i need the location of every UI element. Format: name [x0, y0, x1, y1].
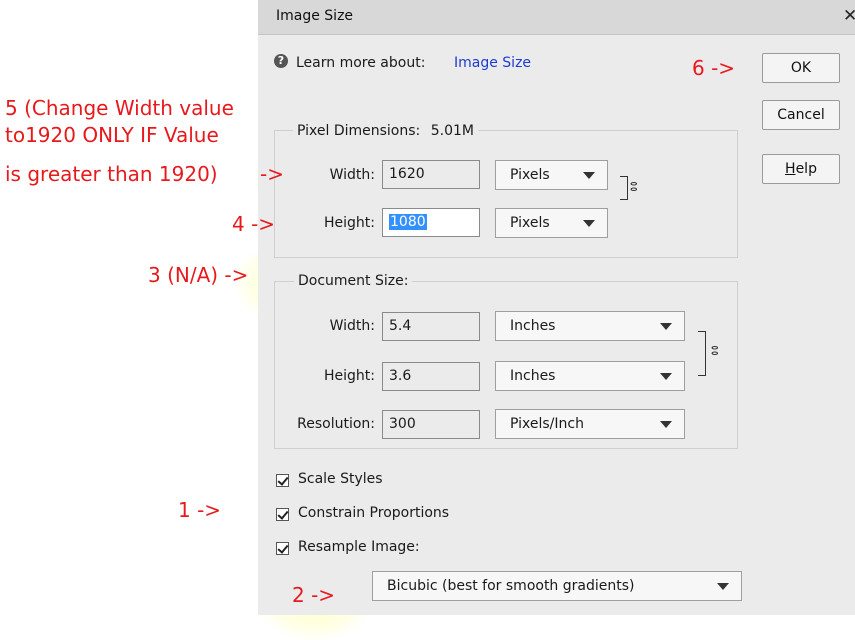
pixel-width-unit-value: Pixels	[510, 167, 550, 183]
chevron-down-icon	[717, 583, 729, 590]
scale-styles-label: Scale Styles	[298, 471, 383, 487]
pixel-height-input[interactable]: 1080	[382, 208, 480, 237]
pixel-height-unit-select[interactable]: Pixels	[495, 208, 608, 238]
chevron-down-icon	[660, 421, 672, 428]
doc-width-input[interactable]: 5.4	[382, 312, 480, 341]
pixel-dimensions-size: 5.01M	[430, 123, 474, 139]
resolution-input[interactable]: 300	[382, 410, 480, 439]
learn-more-link[interactable]: Image Size	[454, 55, 531, 71]
chevron-down-icon	[660, 373, 672, 380]
pixel-width-label: Width:	[329, 167, 375, 183]
cancel-button[interactable]: Cancel	[762, 100, 840, 130]
annotation-5-arrow: ->	[260, 162, 284, 186]
chain-link-icon: ⵓ	[711, 344, 719, 358]
pixel-width-unit-select[interactable]: Pixels	[495, 160, 608, 190]
resample-method-value: Bicubic (best for smooth gradients)	[387, 578, 635, 594]
pixel-height-value: 1080	[389, 214, 427, 230]
pixel-dimensions-legend: Pixel Dimensions: 5.01M	[293, 123, 478, 139]
annotation-5-line1: 5 (Change Width value	[5, 96, 234, 120]
learn-more-label: Learn more about:	[296, 55, 426, 71]
constrain-proportions-label: Constrain Proportions	[298, 505, 450, 521]
ok-button[interactable]: OK	[762, 53, 840, 83]
doc-height-unit-select[interactable]: Inches	[495, 361, 685, 391]
annotation-1: 1 ->	[178, 498, 222, 522]
doc-width-unit-select[interactable]: Inches	[495, 311, 685, 341]
document-size-legend: Document Size:	[294, 273, 413, 289]
dialog-title: Image Size	[276, 8, 354, 24]
pixel-height-unit-value: Pixels	[510, 215, 550, 231]
chevron-down-icon	[583, 220, 595, 227]
chain-link-icon: ⵓ	[630, 180, 638, 194]
annotation-4: 4 ->	[232, 212, 276, 236]
pixel-dimensions-group	[274, 130, 738, 258]
resample-image-checkbox[interactable]	[276, 542, 289, 555]
constrain-proportions-checkbox[interactable]	[276, 508, 289, 521]
doc-width-unit-value: Inches	[510, 318, 556, 334]
help-button-label-first: H	[785, 161, 796, 177]
annotation-2: 2 ->	[292, 583, 336, 607]
doc-constrain-bracket	[698, 331, 706, 376]
resolution-label: Resolution:	[297, 416, 375, 432]
resolution-unit-value: Pixels/Inch	[510, 416, 584, 432]
pixel-dimensions-label: Pixel Dimensions:	[297, 123, 421, 139]
scale-styles-checkbox[interactable]	[276, 474, 289, 487]
help-button-label-rest: elp	[795, 161, 817, 177]
pixel-height-label: Height:	[324, 215, 375, 231]
resample-method-select[interactable]: Bicubic (best for smooth gradients)	[372, 571, 742, 601]
image-size-dialog: Image Size ✕ ? Learn more about: Image S…	[258, 0, 855, 615]
annotation-5-line2: to1920 ONLY IF Value	[5, 123, 219, 147]
annotation-5-line3: is greater than 1920)	[5, 162, 218, 186]
doc-height-input[interactable]: 3.6	[382, 362, 480, 391]
title-bar[interactable]: Image Size ✕	[258, 0, 855, 35]
question-icon: ?	[274, 54, 288, 68]
pixel-constrain-bracket	[620, 176, 628, 200]
resample-image-label: Resample Image:	[298, 539, 420, 555]
chevron-down-icon	[583, 172, 595, 179]
doc-width-label: Width:	[329, 318, 375, 334]
doc-height-unit-value: Inches	[510, 368, 556, 384]
close-icon[interactable]: ✕	[843, 6, 855, 26]
resolution-unit-select[interactable]: Pixels/Inch	[495, 409, 685, 439]
doc-height-label: Height:	[324, 368, 375, 384]
pixel-width-input[interactable]: 1620	[382, 160, 480, 189]
chevron-down-icon	[660, 323, 672, 330]
annotation-3: 3 (N/A) ->	[148, 263, 249, 287]
help-button[interactable]: Help	[762, 154, 840, 184]
annotation-6: 6 ->	[692, 56, 736, 80]
